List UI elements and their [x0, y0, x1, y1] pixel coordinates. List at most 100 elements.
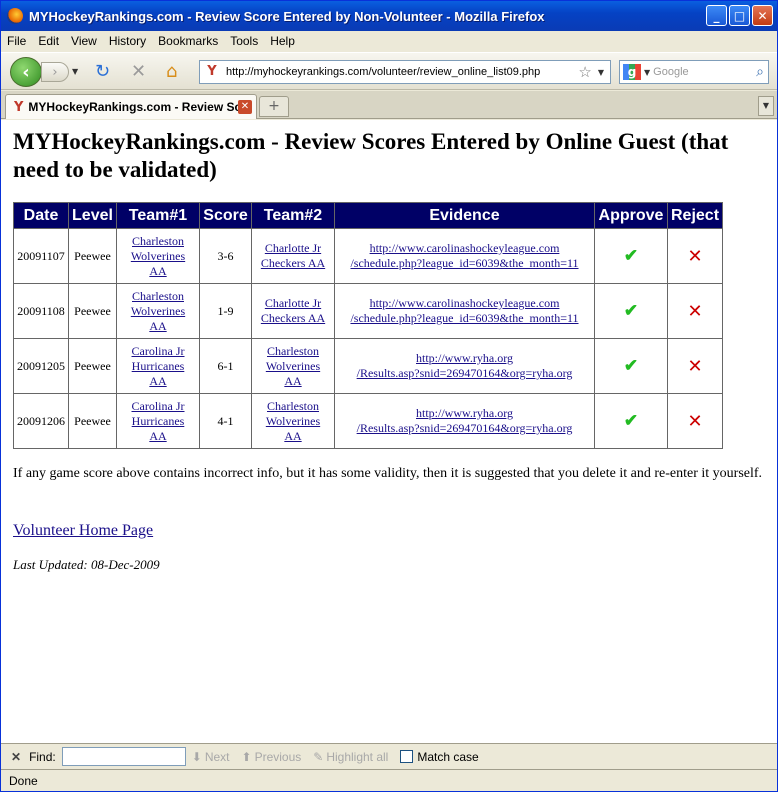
- table-row: 20091108 Peewee Charleston Wolverines AA 1…: [13, 283, 724, 339]
- menu-bookmarks[interactable]: Bookmarks: [152, 34, 224, 48]
- cell-approve: ✔: [594, 393, 668, 449]
- find-next-button[interactable]: ⬇ Next: [192, 750, 230, 764]
- cell-level: Peewee: [68, 393, 117, 449]
- evidence-link[interactable]: http://www.ryha.org/Results.asp?snid=269…: [357, 351, 573, 380]
- cell-date: 20091107: [13, 228, 69, 284]
- tab-close-icon[interactable]: ✕: [238, 100, 252, 114]
- reject-x-icon[interactable]: ✕: [687, 246, 702, 266]
- team1-link[interactable]: Charleston Wolverines AA: [131, 234, 185, 278]
- menu-tools[interactable]: Tools: [224, 34, 264, 48]
- navigation-toolbar: ‹ › ▼ ↻ ✕ ⌂ Y http://myhockeyrankings.co…: [1, 52, 777, 90]
- stop-icon[interactable]: ✕: [131, 62, 146, 82]
- tab-label: MYHockeyRankings.com - Review Sc...: [28, 100, 238, 114]
- cell-approve: ✔: [594, 338, 668, 394]
- highlighter-icon: ✎: [313, 749, 324, 764]
- reject-x-icon[interactable]: ✕: [687, 356, 702, 376]
- team2-link[interactable]: Charlotte Jr Checkers AA: [261, 296, 325, 325]
- col-level: Level: [68, 202, 117, 229]
- col-approve: Approve: [594, 202, 668, 229]
- cell-level: Peewee: [68, 283, 117, 339]
- cell-date: 20091205: [13, 338, 69, 394]
- team2-link[interactable]: Charlotte Jr Checkers AA: [261, 241, 325, 270]
- approve-check-icon[interactable]: ✔: [624, 356, 638, 375]
- menu-edit[interactable]: Edit: [32, 34, 65, 48]
- evidence-link[interactable]: http://www.ryha.org/Results.asp?snid=269…: [357, 406, 573, 435]
- url-dropdown-icon[interactable]: ▼: [598, 68, 604, 77]
- home-icon[interactable]: ⌂: [166, 62, 177, 82]
- approve-check-icon[interactable]: ✔: [624, 246, 638, 265]
- match-case-checkbox[interactable]: [400, 750, 414, 763]
- firefox-icon: [7, 8, 23, 24]
- history-dropdown-icon[interactable]: ▼: [72, 67, 78, 76]
- cell-team1: Carolina Jr Hurricanes AA: [116, 393, 200, 449]
- cell-evidence: http://www.ryha.org/Results.asp?snid=269…: [334, 393, 595, 449]
- cell-level: Peewee: [68, 228, 117, 284]
- menu-help[interactable]: Help: [264, 34, 301, 48]
- cell-date: 20091206: [13, 393, 69, 449]
- match-case-label: Match case: [417, 749, 479, 764]
- volunteer-home-link[interactable]: Volunteer Home Page: [13, 522, 153, 540]
- back-button[interactable]: ‹: [10, 57, 42, 87]
- approve-check-icon[interactable]: ✔: [624, 411, 638, 430]
- up-arrow-icon: ⬆: [241, 749, 252, 764]
- table-row: 20091205 Peewee Carolina Jr Hurricanes AA …: [13, 338, 724, 394]
- find-close-icon[interactable]: ✕: [11, 750, 21, 764]
- cell-score: 6-1: [199, 338, 252, 394]
- team1-link[interactable]: Charleston Wolverines AA: [131, 289, 185, 333]
- search-bar[interactable]: g ▼ Google ⌕: [619, 60, 769, 84]
- cell-score: 4-1: [199, 393, 252, 449]
- window-controls: _ □ ✕: [706, 5, 773, 26]
- down-arrow-icon: ⬇: [191, 749, 202, 764]
- cell-team1: Charleston Wolverines AA: [116, 228, 200, 284]
- reject-x-icon[interactable]: ✕: [687, 411, 702, 431]
- team1-link[interactable]: Carolina Jr Hurricanes AA: [132, 344, 185, 388]
- page-content: MYHockeyRankings.com - Review Scores Ent…: [1, 120, 777, 743]
- maximize-button[interactable]: □: [729, 5, 750, 26]
- menu-history[interactable]: History: [103, 34, 152, 48]
- google-engine-icon[interactable]: g: [623, 64, 641, 80]
- evidence-link[interactable]: http://www.carolinashockeyleague.com/sch…: [350, 241, 578, 270]
- cell-score: 1-9: [199, 283, 252, 339]
- title-bar[interactable]: MYHockeyRankings.com - Review Score Ente…: [1, 1, 777, 31]
- site-favicon: Y: [207, 64, 217, 79]
- review-scores-table: Date Level Team#1 Score Team#2 Evidence …: [13, 202, 724, 449]
- col-evidence: Evidence: [334, 202, 595, 229]
- table-row: 20091107 Peewee Charleston Wolverines AA 3…: [13, 228, 724, 284]
- new-tab-button[interactable]: +: [259, 96, 289, 117]
- search-input[interactable]: Google: [653, 66, 756, 78]
- team1-link[interactable]: Carolina Jr Hurricanes AA: [132, 399, 185, 443]
- cell-team2: Charlotte Jr Checkers AA: [251, 283, 335, 339]
- cell-team2: Charleston Wolverines AA: [251, 338, 335, 394]
- search-magnifier-icon[interactable]: ⌕: [756, 64, 764, 80]
- approve-check-icon[interactable]: ✔: [624, 301, 638, 320]
- engine-dropdown-icon[interactable]: ▼: [644, 68, 650, 77]
- team2-link[interactable]: Charleston Wolverines AA: [266, 344, 320, 388]
- team2-link[interactable]: Charleston Wolverines AA: [266, 399, 320, 443]
- forward-button[interactable]: ›: [41, 62, 69, 82]
- reject-x-icon[interactable]: ✕: [687, 301, 702, 321]
- cell-reject: ✕: [666, 228, 724, 284]
- cell-team1: Carolina Jr Hurricanes AA: [116, 338, 200, 394]
- menu-file[interactable]: File: [1, 34, 32, 48]
- close-window-button[interactable]: ✕: [752, 5, 773, 26]
- find-previous-button[interactable]: ⬆ Previous: [242, 750, 302, 764]
- menu-view[interactable]: View: [65, 34, 103, 48]
- bookmark-star-icon[interactable]: ☆: [578, 63, 591, 81]
- url-bar[interactable]: Y http://myhockeyrankings.com/volunteer/…: [199, 60, 611, 84]
- last-updated-text: Last Updated: 08-Dec-2009: [13, 557, 160, 572]
- tab-active[interactable]: Y MYHockeyRankings.com - Review Sc... ✕: [5, 94, 257, 119]
- cell-reject: ✕: [666, 283, 724, 339]
- forward-arrow-icon: ›: [52, 64, 58, 80]
- tab-favicon: Y: [14, 99, 24, 115]
- tab-list-button[interactable]: ▼: [758, 96, 774, 116]
- status-bar: Done: [1, 769, 777, 791]
- url-text[interactable]: http://myhockeyrankings.com/volunteer/re…: [226, 66, 578, 78]
- col-reject: Reject: [666, 202, 724, 229]
- minimize-button[interactable]: _: [706, 5, 727, 26]
- table-row: 20091206 Peewee Carolina Jr Hurricanes AA …: [13, 393, 724, 449]
- reload-icon[interactable]: ↻: [95, 62, 110, 82]
- evidence-link[interactable]: http://www.carolinashockeyleague.com/sch…: [350, 296, 578, 325]
- window-title: MYHockeyRankings.com - Review Score Ente…: [29, 8, 545, 24]
- find-input[interactable]: [61, 747, 186, 766]
- highlight-all-button[interactable]: ✎ Highlight all: [313, 750, 388, 764]
